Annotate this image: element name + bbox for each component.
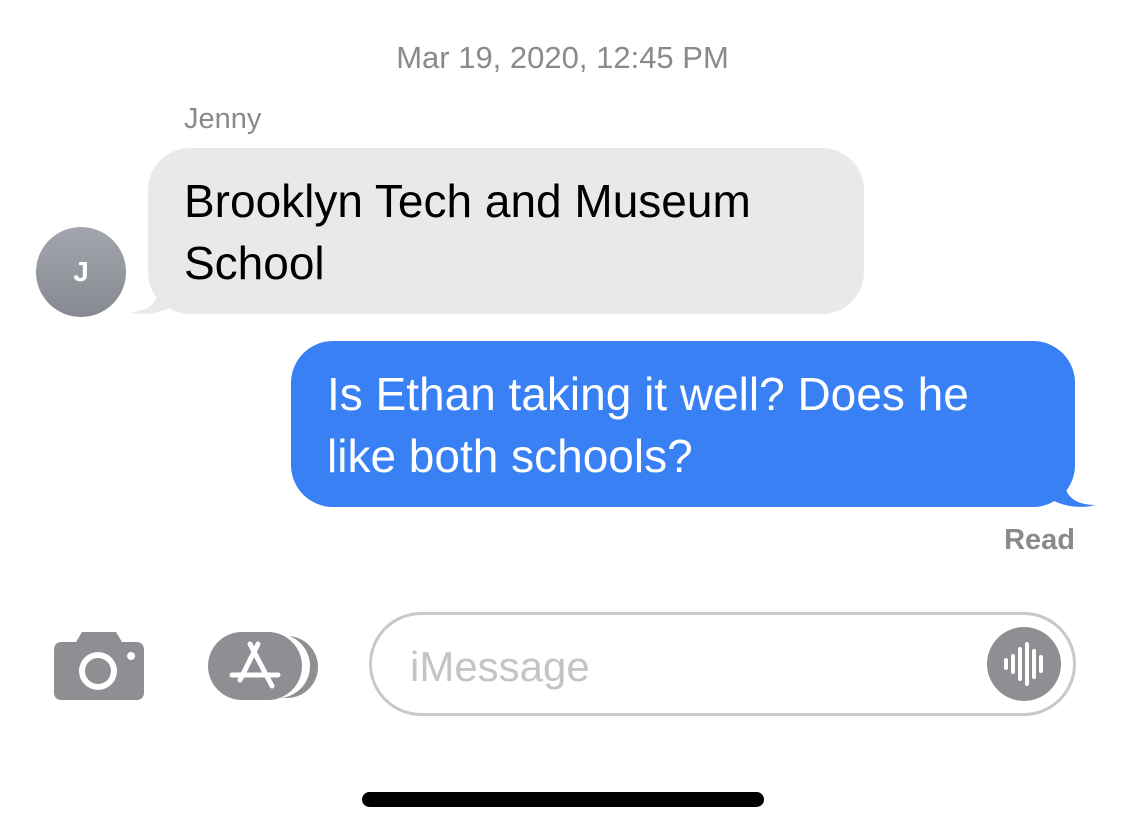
messages-screen: Mar 19, 2020, 12:45 PM Jenny J Brooklyn … (0, 0, 1125, 831)
incoming-message-bubble[interactable]: Brooklyn Tech and Museum School (148, 148, 864, 314)
message-text-line: Brooklyn Tech and Museum (184, 175, 751, 227)
message-text-line: School (184, 237, 325, 289)
imessage-input[interactable]: iMessage (369, 612, 1076, 716)
home-indicator[interactable] (362, 792, 764, 807)
audio-message-button[interactable] (987, 627, 1061, 701)
input-placeholder: iMessage (410, 643, 590, 690)
apps-button[interactable] (206, 630, 322, 702)
sender-avatar[interactable]: J (36, 227, 126, 317)
outgoing-message-bubble[interactable]: Is Ethan taking it well? Does he like bo… (291, 341, 1075, 507)
camera-button[interactable] (52, 628, 146, 702)
avatar-initial: J (73, 256, 89, 287)
waveform-icon (1004, 642, 1043, 686)
sender-name: Jenny (184, 103, 262, 135)
message-text-line: Is Ethan taking it well? Does he (327, 368, 969, 420)
app-store-icon (208, 632, 318, 700)
conversation-timestamp: Mar 19, 2020, 12:45 PM (396, 40, 729, 75)
message-text-line: like both schools? (327, 430, 693, 482)
read-receipt: Read (1004, 524, 1075, 556)
camera-icon (54, 632, 144, 700)
